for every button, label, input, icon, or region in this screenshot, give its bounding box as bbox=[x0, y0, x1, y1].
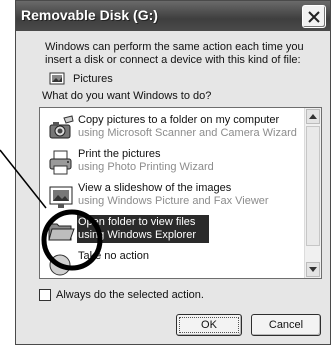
always-do-checkbox[interactable] bbox=[39, 289, 51, 301]
scroll-thumb[interactable] bbox=[306, 126, 320, 246]
action-listbox[interactable]: Copy pictures to a folder on my computer… bbox=[39, 107, 322, 279]
scanner-camera-icon bbox=[46, 114, 76, 144]
prompt-text: What do you want Windows to do? bbox=[42, 90, 212, 102]
cancel-button[interactable]: Cancel bbox=[251, 314, 321, 336]
always-do-label[interactable]: Always do the selected action. bbox=[56, 289, 204, 301]
list-item-print-pictures[interactable]: Print the pictures using Photo Printing … bbox=[46, 146, 296, 180]
scroll-down-button[interactable] bbox=[306, 262, 320, 277]
chevron-down-icon bbox=[309, 267, 317, 272]
item-subtitle: using Photo Printing Wizard bbox=[78, 161, 214, 173]
list-item-take-no-action[interactable]: Take no action bbox=[46, 248, 296, 278]
content-type: Pictures bbox=[49, 72, 113, 85]
scroll-up-button[interactable] bbox=[306, 109, 320, 124]
slideshow-icon bbox=[46, 182, 76, 212]
close-icon bbox=[308, 10, 320, 23]
list-item-view-slideshow[interactable]: View a slideshow of the images using Win… bbox=[46, 180, 296, 214]
folder-icon bbox=[46, 216, 76, 246]
list-item-open-folder[interactable]: Open folder to view files using Windows … bbox=[46, 214, 296, 248]
item-title: Open folder to view files bbox=[78, 216, 196, 228]
action-icon bbox=[46, 250, 76, 278]
autoplay-dialog: Removable Disk (G:) Windows can perform … bbox=[15, 0, 331, 345]
printer-icon bbox=[46, 148, 76, 178]
vertical-scrollbar[interactable] bbox=[304, 108, 321, 278]
pictures-icon bbox=[49, 72, 65, 85]
item-subtitle: using Microsoft Scanner and Camera Wizar… bbox=[78, 127, 297, 139]
ok-button[interactable]: OK bbox=[176, 314, 242, 336]
item-title: View a slideshow of the images bbox=[78, 182, 232, 194]
item-title: Print the pictures bbox=[78, 148, 161, 160]
dialog-body: Windows can perform the same action each… bbox=[16, 31, 330, 344]
content-type-label: Pictures bbox=[73, 72, 113, 85]
item-title: Copy pictures to a folder on my computer bbox=[78, 114, 280, 126]
item-title: Take no action bbox=[78, 250, 149, 262]
list-item-copy-pictures[interactable]: Copy pictures to a folder on my computer… bbox=[46, 112, 297, 146]
cancel-button-label: Cancel bbox=[268, 319, 304, 331]
chevron-up-icon bbox=[309, 114, 317, 119]
always-do-row[interactable]: Always do the selected action. bbox=[39, 289, 204, 301]
description-text: Windows can perform the same action each… bbox=[45, 41, 304, 66]
item-subtitle: using Windows Explorer bbox=[78, 229, 196, 241]
close-button[interactable] bbox=[302, 5, 326, 28]
title-bar[interactable]: Removable Disk (G:) bbox=[16, 1, 330, 31]
window-title: Removable Disk (G:) bbox=[21, 7, 158, 23]
item-subtitle: using Windows Picture and Fax Viewer bbox=[78, 195, 269, 207]
focus-rectangle bbox=[179, 317, 239, 333]
